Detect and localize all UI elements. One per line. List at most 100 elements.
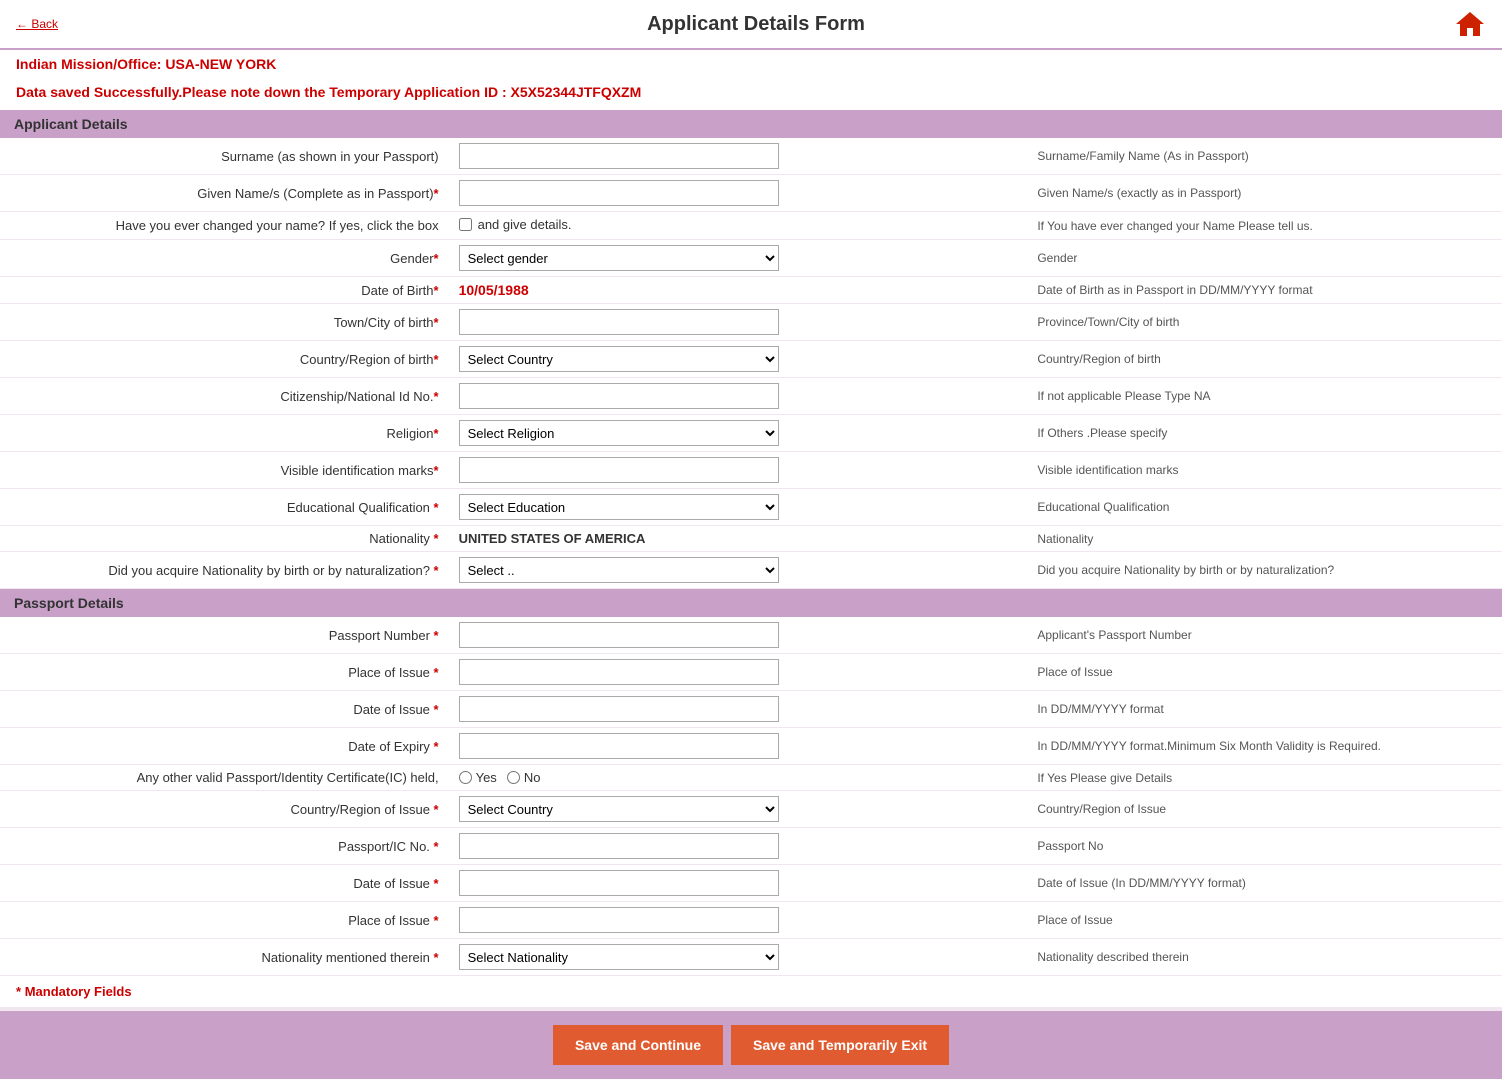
mandatory-asterisk: *	[16, 984, 21, 999]
issue-country-label: Country/Region of Issue *	[0, 791, 451, 828]
issue-country-cell: Select Country	[451, 791, 1022, 828]
city-input[interactable]	[459, 309, 779, 335]
table-row: Gender* Select gender Male Female Other …	[0, 240, 1502, 277]
other-passport-yes-radio[interactable]	[459, 771, 472, 784]
applicant-details-header: Applicant Details	[0, 110, 1502, 138]
other-passport-radio-group: Yes No	[459, 770, 1014, 785]
passport-number-input[interactable]	[459, 622, 779, 648]
table-row: Passport Number * Applicant's Passport N…	[0, 617, 1502, 654]
table-row: Surname (as shown in your Passport) Surn…	[0, 138, 1502, 175]
nationality-mentioned-label: Nationality mentioned therein *	[0, 939, 451, 976]
nationality-value: UNITED STATES OF AMERICA	[459, 531, 646, 546]
other-passport-yes-label[interactable]: Yes	[459, 770, 497, 785]
passport-details-header: Passport Details	[0, 589, 1502, 617]
gender-select[interactable]: Select gender Male Female Other	[459, 245, 779, 271]
ic-date-of-issue-input[interactable]	[459, 870, 779, 896]
table-row: Date of Birth* 10/05/1988 Date of Birth …	[0, 277, 1502, 304]
table-row: Passport/IC No. * Passport No	[0, 828, 1502, 865]
passport-ic-input[interactable]	[459, 833, 779, 859]
passport-num-cell	[451, 617, 1022, 654]
gender-label: Gender*	[0, 240, 451, 277]
other-passport-no-radio[interactable]	[507, 771, 520, 784]
ident-marks-input[interactable]	[459, 457, 779, 483]
given-name-input-cell	[451, 175, 1022, 212]
religion-select[interactable]: Select Religion Hindu Muslim Christian S…	[459, 420, 779, 446]
table-row: Educational Qualification * Select Educa…	[0, 489, 1502, 526]
table-row: Date of Issue * In DD/MM/YYYY format	[0, 691, 1502, 728]
nationality-acq-cell: Select .. Birth Naturalization	[451, 552, 1022, 589]
issue-country-hint: Country/Region of Issue	[1021, 791, 1502, 828]
nationality-mentioned-cell: Select Nationality	[451, 939, 1022, 976]
save-continue-button[interactable]: Save and Continue	[553, 1025, 723, 1065]
passport-doi-label: Date of Issue *	[0, 691, 451, 728]
issue-country-select[interactable]: Select Country	[459, 796, 779, 822]
table-row: Given Name/s (Complete as in Passport)* …	[0, 175, 1502, 212]
table-row: Did you acquire Nationality by birth or …	[0, 552, 1502, 589]
nationality-mentioned-select[interactable]: Select Nationality	[459, 944, 779, 970]
page-title: Applicant Details Form	[58, 13, 1454, 36]
given-name-hint: Given Name/s (exactly as in Passport)	[1021, 175, 1502, 212]
surname-label: Surname (as shown in your Passport)	[0, 138, 451, 175]
passport-poi-hint: Place of Issue	[1021, 654, 1502, 691]
national-id-cell	[451, 378, 1022, 415]
passport-date-of-issue-input[interactable]	[459, 696, 779, 722]
passport-place-of-issue-input[interactable]	[459, 659, 779, 685]
surname-input-cell	[451, 138, 1022, 175]
ic-doi-label: Date of Issue *	[0, 865, 451, 902]
table-row: Country/Region of birth* Select Country …	[0, 341, 1502, 378]
mandatory-text: Mandatory Fields	[25, 984, 132, 999]
religion-cell: Select Religion Hindu Muslim Christian S…	[451, 415, 1022, 452]
ic-doi-hint: Date of Issue (In DD/MM/YYYY format)	[1021, 865, 1502, 902]
ic-poi-cell	[451, 902, 1022, 939]
nationality-label: Nationality *	[0, 526, 451, 552]
nationality-acq-select[interactable]: Select .. Birth Naturalization	[459, 557, 779, 583]
table-row: Country/Region of Issue * Select Country…	[0, 791, 1502, 828]
gender-input-cell: Select gender Male Female Other	[451, 240, 1022, 277]
ic-place-of-issue-input[interactable]	[459, 907, 779, 933]
mission-label: Indian Mission/Office:	[16, 56, 161, 72]
mission-value: USA-NEW YORK	[165, 56, 276, 72]
given-name-input[interactable]	[459, 180, 779, 206]
page-wrapper: ← Back Applicant Details Form Indian Mis…	[0, 0, 1502, 1079]
surname-input[interactable]	[459, 143, 779, 169]
passport-ic-hint: Passport No	[1021, 828, 1502, 865]
education-select[interactable]: Select Education Below Matriculation Mat…	[459, 494, 779, 520]
country-birth-hint: Country/Region of birth	[1021, 341, 1502, 378]
save-exit-button[interactable]: Save and Temporarily Exit	[731, 1025, 949, 1065]
ident-marks-label: Visible identification marks*	[0, 452, 451, 489]
applicant-details-table: Surname (as shown in your Passport) Surn…	[0, 138, 1502, 589]
home-icon[interactable]	[1454, 8, 1486, 40]
surname-hint: Surname/Family Name (As in Passport)	[1021, 138, 1502, 175]
table-row: Place of Issue * Place of Issue	[0, 902, 1502, 939]
religion-label: Religion*	[0, 415, 451, 452]
passport-doi-hint: In DD/MM/YYYY format	[1021, 691, 1502, 728]
name-change-cell: and give details.	[451, 212, 1022, 240]
nationality-hint: Nationality	[1021, 526, 1502, 552]
passport-doi-cell	[451, 691, 1022, 728]
passport-poi-cell	[451, 654, 1022, 691]
table-row: Town/City of birth* Province/Town/City o…	[0, 304, 1502, 341]
table-row: Have you ever changed your name? If yes,…	[0, 212, 1502, 240]
other-passport-no-label[interactable]: No	[507, 770, 541, 785]
name-change-checkbox[interactable]	[459, 218, 472, 231]
national-id-input[interactable]	[459, 383, 779, 409]
passport-ic-cell	[451, 828, 1022, 865]
table-row: Any other valid Passport/Identity Certif…	[0, 765, 1502, 791]
passport-doe-label: Date of Expiry *	[0, 728, 451, 765]
passport-num-hint: Applicant's Passport Number	[1021, 617, 1502, 654]
given-name-label: Given Name/s (Complete as in Passport)*	[0, 175, 451, 212]
success-text: Data saved Successfully.Please note down…	[16, 84, 507, 100]
table-row: Date of Issue * Date of Issue (In DD/MM/…	[0, 865, 1502, 902]
passport-doe-cell	[451, 728, 1022, 765]
dob-value: 10/05/1988	[459, 282, 529, 298]
passport-date-of-expiry-input[interactable]	[459, 733, 779, 759]
table-row: Religion* Select Religion Hindu Muslim C…	[0, 415, 1502, 452]
city-input-cell	[451, 304, 1022, 341]
nationality-cell: UNITED STATES OF AMERICA	[451, 526, 1022, 552]
ic-doi-cell	[451, 865, 1022, 902]
table-row: Date of Expiry * In DD/MM/YYYY format.Mi…	[0, 728, 1502, 765]
country-birth-select[interactable]: Select Country	[459, 346, 779, 372]
mission-line: Indian Mission/Office: USA-NEW YORK	[0, 50, 1502, 78]
table-row: Nationality mentioned therein * Select N…	[0, 939, 1502, 976]
table-row: Citizenship/National Id No.* If not appl…	[0, 378, 1502, 415]
